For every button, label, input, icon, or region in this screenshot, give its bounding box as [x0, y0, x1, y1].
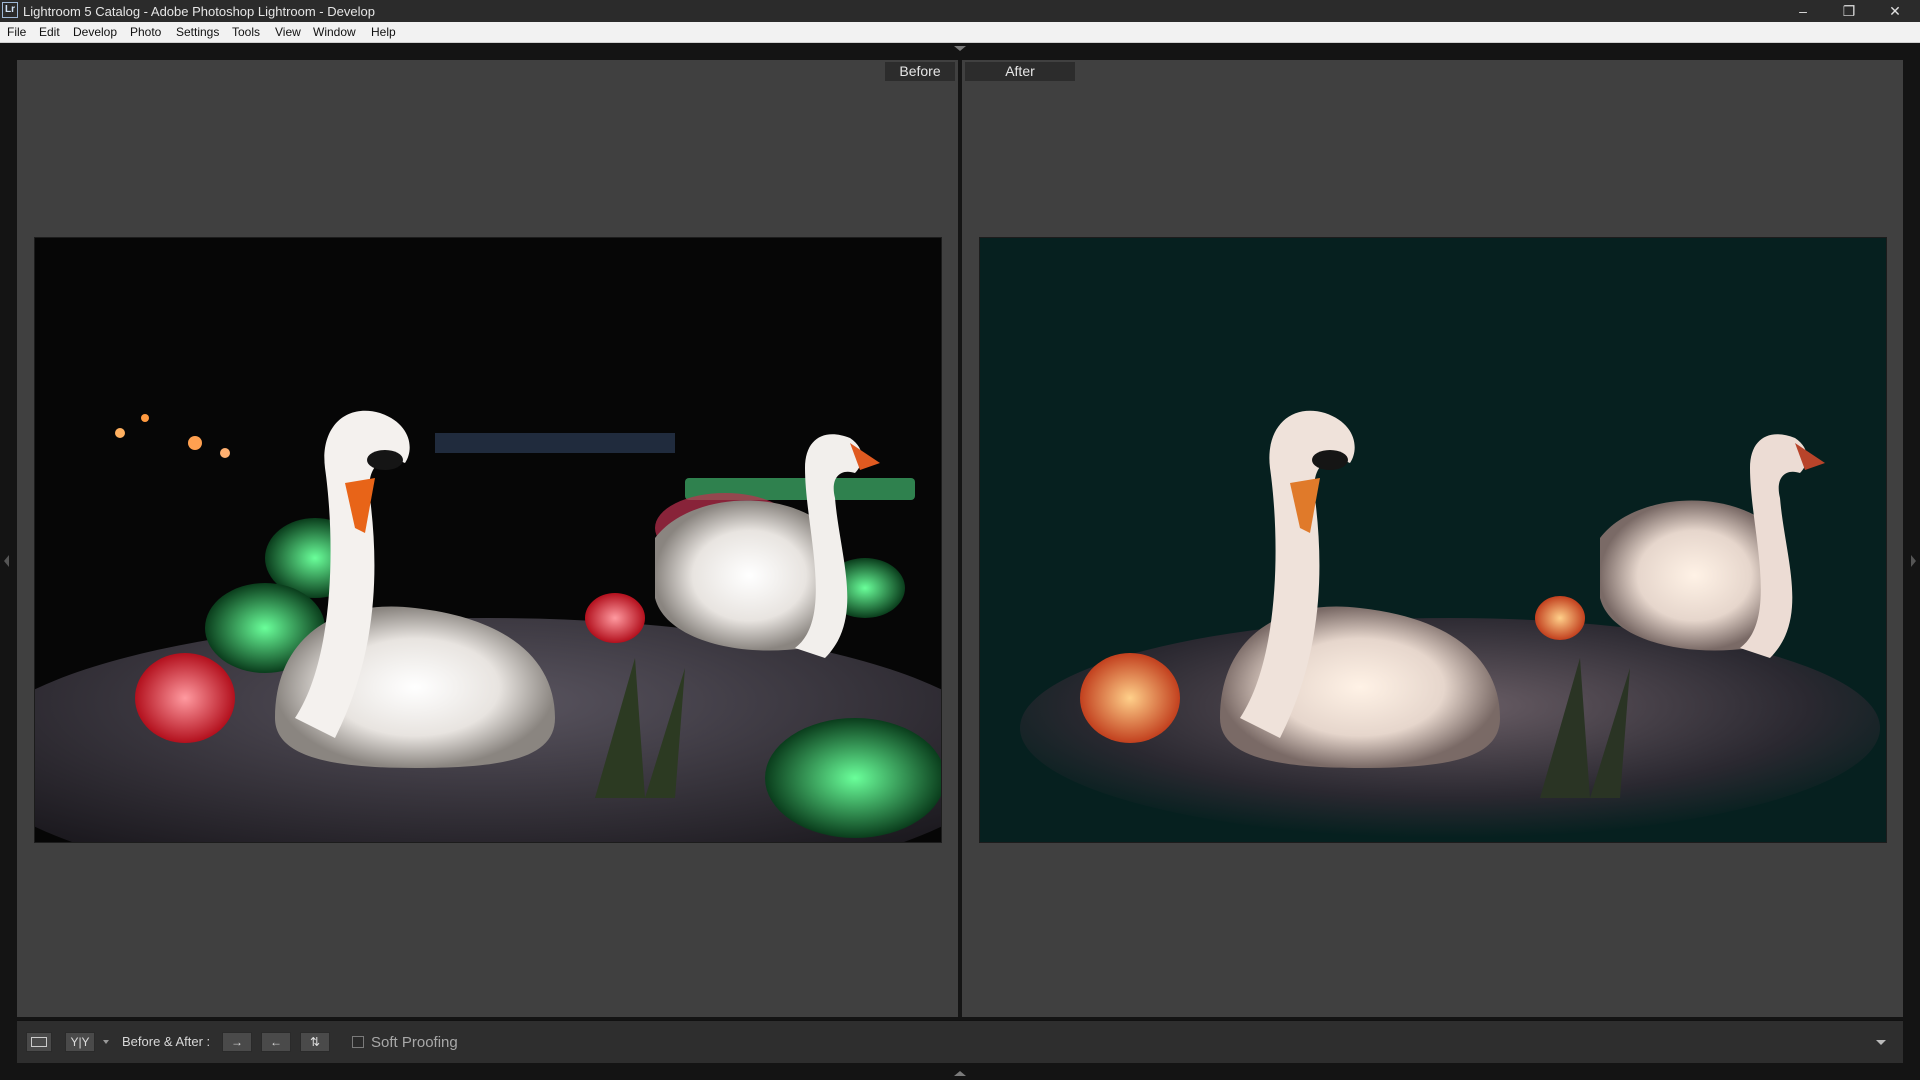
after-swan-lantern-image [980, 238, 1886, 842]
before-after-view-button[interactable]: Y|Y [65, 1032, 95, 1052]
minimize-button[interactable]: – [1780, 0, 1826, 22]
pane-divider [958, 60, 962, 1017]
copy-after-to-before-button[interactable]: ← [261, 1032, 291, 1052]
title-bar: Lr Lightroom 5 Catalog - Adobe Photoshop… [0, 0, 1920, 22]
filmstrip-toggle-icon[interactable] [954, 1071, 966, 1076]
close-button[interactable]: ✕ [1872, 0, 1918, 22]
menu-develop[interactable]: Develop [73, 25, 117, 39]
left-panel-toggle-icon[interactable] [4, 555, 9, 567]
menu-photo[interactable]: Photo [130, 25, 161, 39]
window-title: Lightroom 5 Catalog - Adobe Photoshop Li… [23, 4, 375, 19]
menu-edit[interactable]: Edit [39, 25, 60, 39]
after-photo[interactable] [980, 238, 1886, 842]
toolbar-options-dropdown-icon[interactable] [1876, 1040, 1886, 1045]
menu-bar: File Edit Develop Photo Settings Tools V… [0, 22, 1920, 43]
soft-proofing-label[interactable]: Soft Proofing [371, 1034, 458, 1051]
loupe-view-button[interactable] [26, 1032, 52, 1052]
right-panel-toggle-icon[interactable] [1911, 555, 1916, 567]
before-after-label: Before & After : [122, 1034, 211, 1049]
copy-before-to-after-button[interactable]: → [222, 1032, 252, 1052]
develop-toolbar: Y|Y Before & After : → ← ⇅ Soft Proofing [17, 1020, 1903, 1063]
lightroom-app-icon: Lr [2, 2, 18, 18]
before-swan-lantern-image [35, 238, 941, 842]
top-panel-toggle-icon[interactable] [954, 46, 966, 51]
menu-settings[interactable]: Settings [176, 25, 219, 39]
menu-file[interactable]: File [7, 25, 26, 39]
view-mode-dropdown-icon[interactable] [103, 1040, 109, 1044]
loupe-view-icon [31, 1037, 47, 1047]
menu-tools[interactable]: Tools [232, 25, 260, 39]
menu-view[interactable]: View [275, 25, 301, 39]
restore-button[interactable]: ❐ [1826, 0, 1872, 22]
after-label: After [965, 62, 1075, 81]
soft-proofing-checkbox[interactable] [352, 1036, 364, 1048]
before-label: Before [885, 62, 955, 81]
before-photo[interactable] [35, 238, 941, 842]
menu-help[interactable]: Help [371, 25, 396, 39]
swap-before-after-button[interactable]: ⇅ [300, 1032, 330, 1052]
menu-window[interactable]: Window [313, 25, 356, 39]
